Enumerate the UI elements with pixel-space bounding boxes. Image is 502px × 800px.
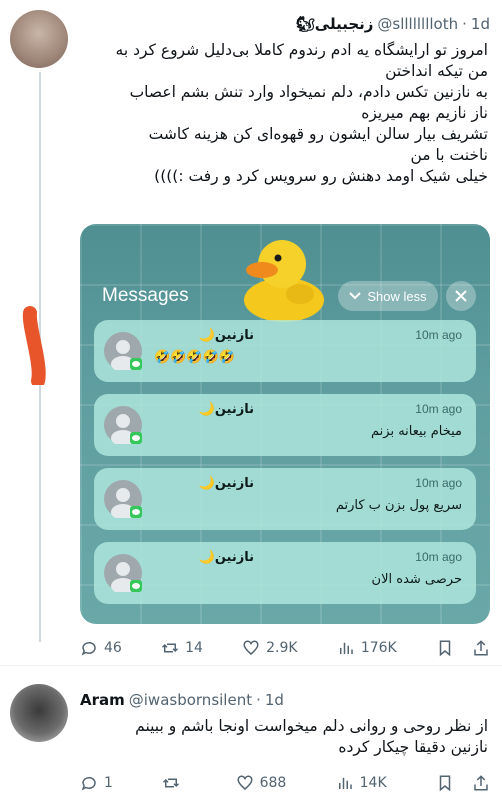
reply-icon bbox=[81, 641, 96, 656]
messages-title: Messages bbox=[102, 285, 189, 306]
bookmark-icon[interactable] bbox=[436, 639, 454, 657]
contact-avatar bbox=[104, 554, 142, 592]
author-avatar[interactable] bbox=[10, 10, 68, 68]
views-button[interactable]: 176K bbox=[337, 637, 397, 659]
notification-body: حرصی شده الان bbox=[371, 572, 462, 587]
message-notification[interactable]: نازنین🌙 10m ago میخام بیعانه بزنم bbox=[94, 394, 476, 456]
share-icon[interactable] bbox=[472, 639, 490, 657]
repost-button[interactable] bbox=[162, 772, 186, 794]
share-icon[interactable] bbox=[472, 774, 490, 792]
notification-time: 10m ago bbox=[415, 476, 462, 490]
reply-author-handle[interactable]: @iwasbornsilent bbox=[129, 691, 252, 709]
tweet-divider bbox=[0, 665, 502, 666]
notification-sender: نازنین🌙 bbox=[198, 402, 254, 417]
views-button[interactable]: 14K bbox=[336, 772, 387, 794]
like-icon bbox=[237, 775, 253, 790]
tweet-action-bar: 46 14 2.9K 176K bbox=[80, 637, 490, 659]
reply-icon bbox=[81, 776, 96, 791]
notification-sender: نازنین🌙 bbox=[198, 476, 254, 491]
reply-header: Aram @iwasbornsilent · 1d bbox=[80, 691, 284, 709]
views-icon bbox=[338, 777, 352, 789]
tweet-line: امروز تو ارایشگاه یه ادم رندوم کاملا بی‌… bbox=[115, 41, 488, 59]
reply-body: از نظر روحی و روانی دلم میخواست اونجا با… bbox=[135, 716, 488, 758]
contact-avatar bbox=[104, 332, 142, 370]
close-button[interactable] bbox=[446, 281, 476, 311]
notification-time: 10m ago bbox=[415, 328, 462, 342]
like-button[interactable]: 2.9K bbox=[242, 637, 298, 659]
notification-body: میخام بیعانه بزنم bbox=[371, 424, 462, 439]
repost-button[interactable]: 14 bbox=[161, 637, 203, 659]
notification-time: 10m ago bbox=[415, 550, 462, 564]
repost-icon bbox=[163, 778, 180, 788]
actions-right bbox=[436, 637, 490, 659]
contact-avatar bbox=[104, 480, 142, 518]
message-notification[interactable]: نازنین🌙 10m ago سریع پول بزن ب کارتم bbox=[94, 468, 476, 530]
reply-author-name[interactable]: Aram bbox=[80, 691, 125, 709]
tweet-line: از نظر روحی و روانی دلم میخواست اونجا با… bbox=[135, 717, 488, 735]
actions-right bbox=[436, 772, 490, 794]
tweet-line: تشریف بیار سالن ایشون رو قهوه‌ای کن هزین… bbox=[148, 125, 488, 143]
tweet-line: ناز نازیم بهم میریزه bbox=[361, 104, 488, 122]
tweet-line: نازنین دقیقا چیکار کرده bbox=[338, 738, 488, 756]
tweet-body: امروز تو ارایشگاه یه ادم رندوم کاملا بی‌… bbox=[116, 40, 488, 187]
contact-avatar bbox=[104, 406, 142, 444]
views-icon bbox=[339, 642, 353, 654]
reply-button[interactable]: 1 bbox=[80, 772, 113, 794]
tweet-media-image[interactable]: Messages Show less نازنین🌙 10m ago 🤣🤣🤣🤣🤣… bbox=[80, 224, 490, 624]
author-handle[interactable]: @slllllllloth bbox=[377, 15, 458, 33]
notification-sender: نازنین🌙 bbox=[198, 550, 254, 565]
reply-action-bar: 1 688 14K bbox=[80, 772, 490, 794]
reply-time[interactable]: 1d bbox=[265, 691, 284, 709]
tweet-line: ناخنت با من bbox=[410, 146, 488, 164]
tweet-header: زنجبیلی🐿 @slllllllloth · 1d bbox=[295, 15, 490, 33]
notification-sender: نازنین🌙 bbox=[198, 328, 254, 343]
reply-author-avatar[interactable] bbox=[10, 684, 68, 742]
close-icon bbox=[455, 290, 467, 302]
show-less-button[interactable]: Show less bbox=[338, 281, 438, 311]
tweet-line: من تیکه انداختن bbox=[385, 62, 488, 80]
repost-icon bbox=[162, 643, 179, 653]
bookmark-icon[interactable] bbox=[436, 774, 454, 792]
duck-image bbox=[244, 240, 324, 322]
tweet-line: به نازنین تکس دادم، دلم نمیخواد وارد تنش… bbox=[129, 83, 488, 101]
notification-body: سریع پول بزن ب کارتم bbox=[335, 498, 462, 513]
notification-time: 10m ago bbox=[415, 402, 462, 416]
annotation-number-one bbox=[22, 306, 46, 385]
message-notification[interactable]: نازنین🌙 10m ago 🤣🤣🤣🤣🤣 bbox=[94, 320, 476, 382]
like-button[interactable]: 688 bbox=[236, 772, 286, 794]
message-notification[interactable]: نازنین🌙 10m ago حرصی شده الان bbox=[94, 542, 476, 604]
author-name[interactable]: زنجبیلی🐿 bbox=[296, 15, 374, 33]
chevron-down-icon bbox=[349, 292, 362, 300]
tweet-time[interactable]: 1d bbox=[471, 15, 490, 33]
notification-body: 🤣🤣🤣🤣🤣 bbox=[154, 350, 235, 365]
tweet-line: خیلی شیک اومد دهنش رو سرویس کرد و رفت :)… bbox=[154, 167, 488, 185]
like-icon bbox=[243, 640, 259, 655]
reply-button[interactable]: 46 bbox=[80, 637, 122, 659]
